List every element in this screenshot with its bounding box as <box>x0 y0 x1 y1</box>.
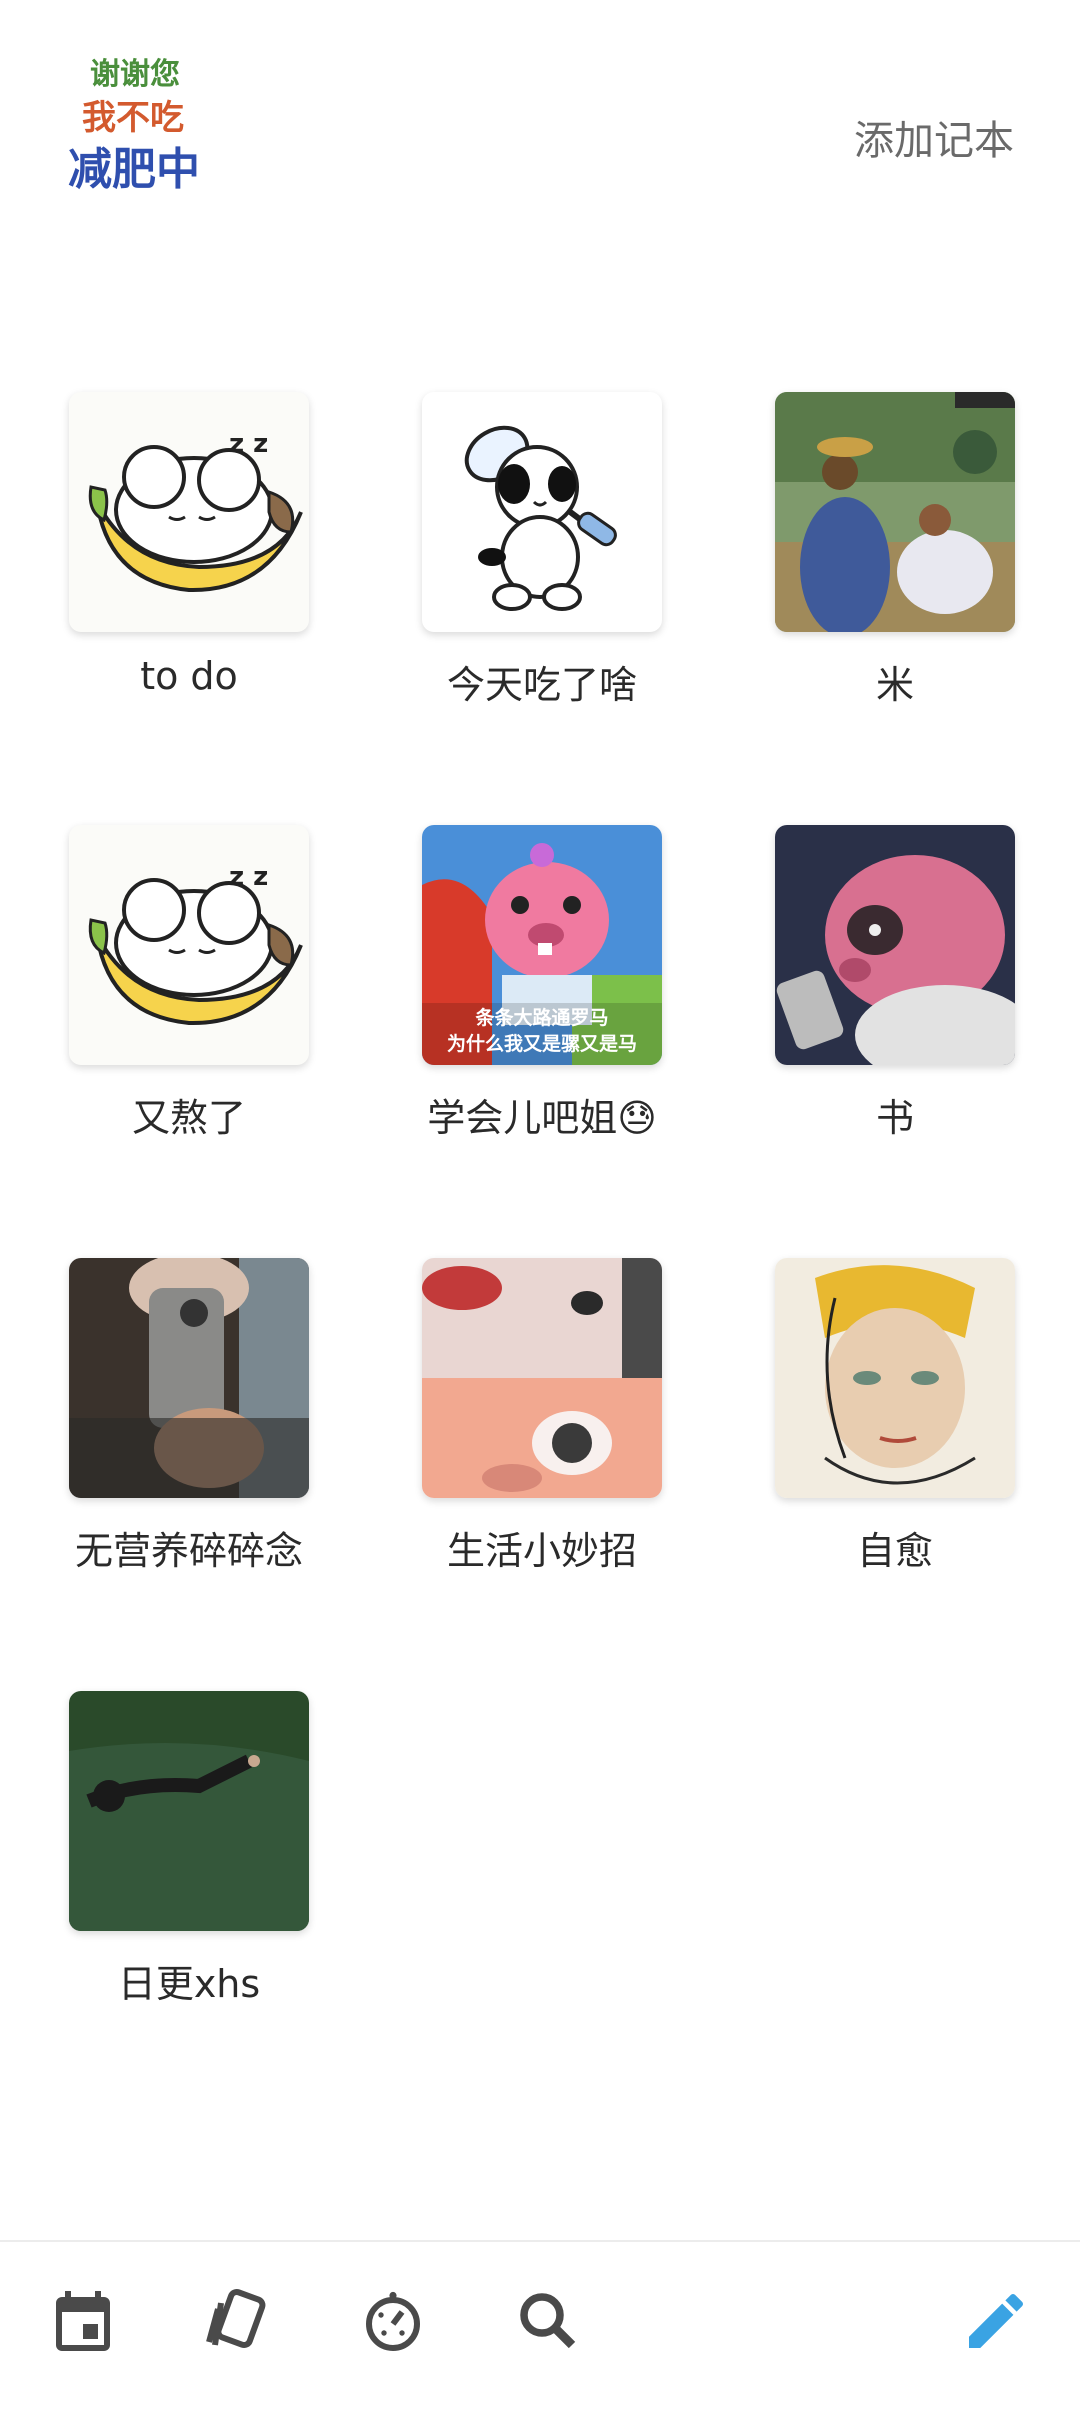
notebook-thumbnail <box>422 1258 662 1498</box>
notebook-thumbnail <box>775 1258 1015 1498</box>
edit-pencil-icon[interactable] <box>960 2285 1032 2357</box>
notebook-title: 又熬了 <box>131 1096 246 1140</box>
notebook-title: 自愈 <box>856 1529 933 1573</box>
calendar-icon[interactable] <box>47 2285 119 2357</box>
notebook-title: 日更xhs <box>117 1962 261 2006</box>
logo-line1: 谢谢您 <box>90 57 180 92</box>
bottom-nav-divider <box>0 2240 1080 2242</box>
cards-icon[interactable] <box>200 2285 272 2357</box>
timer-icon[interactable] <box>357 2285 429 2357</box>
notebook-thumbnail <box>775 392 1015 632</box>
notebook-thumbnail: 条条大路通罗马 为什么我又是骡又是马 <box>422 825 662 1065</box>
notebook-title: 书 <box>875 1096 914 1140</box>
notebook-thumbnail <box>69 1258 309 1498</box>
notebook-title: 生活小妙招 <box>446 1529 637 1573</box>
notebook-thumbnail: z z <box>69 825 309 1065</box>
notebook-thumbnail <box>69 1691 309 1931</box>
logo-line3: 减肥中 <box>68 144 200 195</box>
svg-text:z z: z z <box>229 862 268 892</box>
thumbnail-caption: 为什么我又是骡又是马 <box>446 1033 637 1055</box>
notebook-title: to do <box>140 654 238 698</box>
notebook-title: 学会儿吧姐😓 <box>427 1096 657 1140</box>
add-notebook-button[interactable]: 添加记本 <box>854 108 1014 166</box>
notebook-title: 无营养碎碎念 <box>74 1529 303 1573</box>
logo-line2: 我不吃 <box>82 98 184 138</box>
notebook-thumbnail <box>775 825 1015 1065</box>
notebook-thumbnail <box>422 392 662 632</box>
notebook-title: 米 <box>875 663 914 707</box>
svg-text:z z: z z <box>229 429 268 459</box>
notebook-title: 今天吃了啥 <box>446 663 637 707</box>
app-logo: 谢谢您 我不吃 减肥中 <box>68 55 218 199</box>
thumbnail-caption: 条条大路通罗马 <box>475 1007 609 1029</box>
search-icon[interactable] <box>512 2285 584 2357</box>
notebook-thumbnail: z z <box>69 392 309 632</box>
